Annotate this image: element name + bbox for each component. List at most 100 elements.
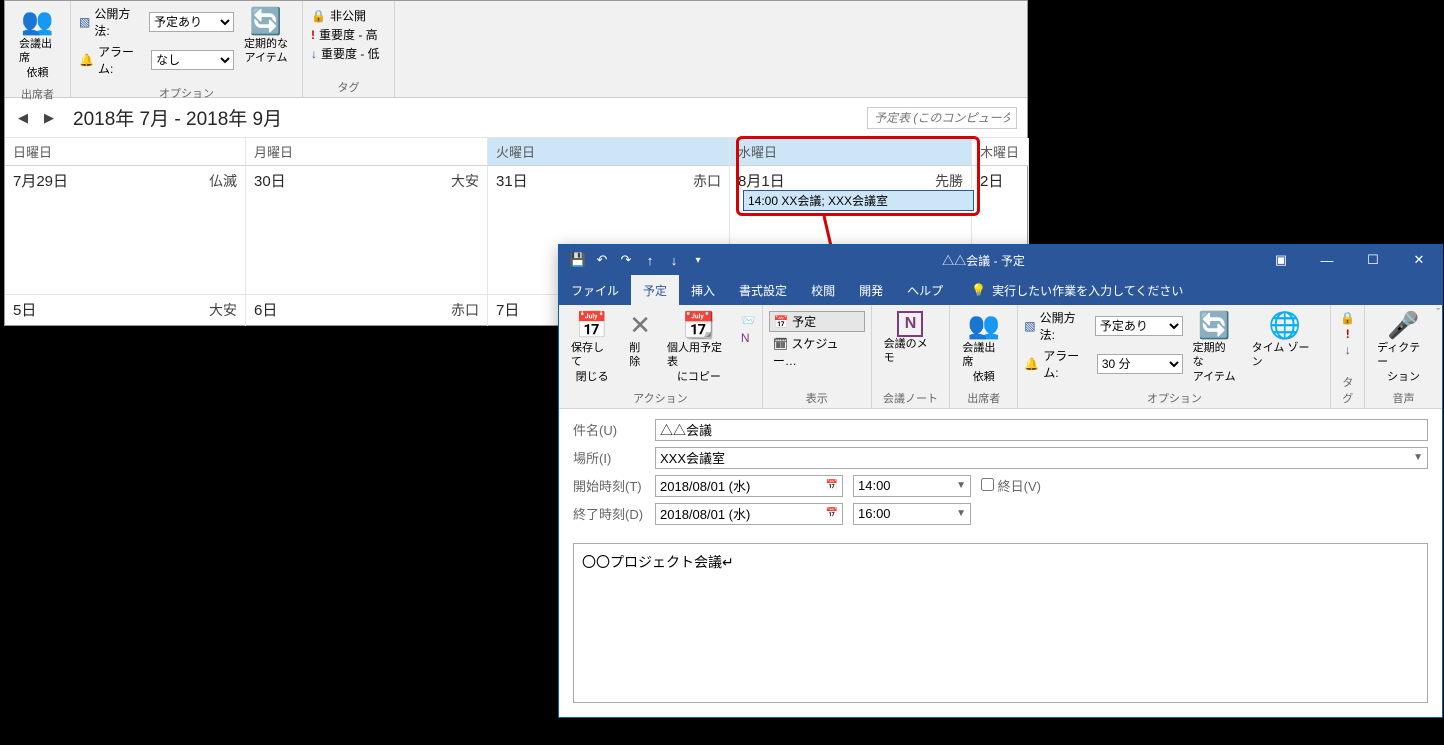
meeting-memo-button[interactable]: N会議のメモ (878, 309, 944, 368)
forward-icon[interactable]: 📨 (741, 313, 756, 327)
delete-button[interactable]: ✕削除 (623, 309, 657, 372)
allday-checkbox[interactable] (981, 478, 994, 491)
up-icon[interactable]: ↑ (639, 253, 661, 268)
attendees-group-label: 出席者 (956, 386, 1011, 406)
qat-customize-icon[interactable]: ▾ (687, 255, 709, 266)
bell-icon: 🔔 (1024, 357, 1039, 371)
publish-select[interactable]: 予定あり (1095, 316, 1183, 336)
tab-format[interactable]: 書式設定 (727, 275, 799, 305)
location-input[interactable]: XXX会議室▼ (655, 447, 1428, 469)
tag-group-label: タグ (1337, 370, 1358, 406)
importance-low-button[interactable]: ↓重要度 - 低 (311, 45, 386, 62)
ribbon-display-icon[interactable]: ▣ (1258, 245, 1304, 275)
alarm-select[interactable]: なし (151, 50, 234, 70)
save-icon[interactable]: 💾 (567, 252, 589, 268)
schedule-icon: 🗓 (773, 337, 788, 351)
appointment-body[interactable]: 〇〇プロジェクト会議↵ (573, 543, 1428, 703)
onenote-icon: N (897, 311, 923, 337)
day-cell[interactable]: 7月29日仏滅 (5, 166, 246, 294)
tab-file[interactable]: ファイル (559, 275, 631, 305)
bulb-icon: 💡 (971, 283, 986, 297)
attendees-group-label: 出席者 (13, 82, 62, 102)
people-icon: 👥 (968, 311, 1000, 341)
publish-label: 公開方法: (1040, 309, 1091, 343)
tab-dev[interactable]: 開発 (847, 275, 895, 305)
save-close-icon: 📅 (576, 311, 608, 341)
timezone-button[interactable]: 🌐タイム ゾーン (1246, 309, 1325, 372)
start-date-input[interactable]: 2018/08/01 (水)📅 (655, 475, 843, 497)
calendar-nav: ◀ ▶ 2018年 7月 - 2018年 9月 (5, 98, 1027, 138)
recurring-button[interactable]: 🔄 定期的な アイテム (238, 5, 294, 68)
minimize-button[interactable]: — (1304, 245, 1350, 275)
calendar-small-icon: 📅 (774, 315, 789, 329)
dictation-button[interactable]: 🎤ディクテーション (1371, 309, 1436, 386)
start-label: 開始時刻(T) (573, 476, 645, 495)
copy-to-cal-button[interactable]: 📆個人用予定表にコピー (661, 309, 737, 386)
calendar-picker-icon: 📅 (820, 508, 838, 519)
alarm-label: アラーム: (98, 43, 147, 77)
subject-label: 件名(U) (573, 420, 645, 439)
end-time-input[interactable]: 16:00▼ (853, 503, 971, 525)
calendar-search-input[interactable] (867, 107, 1017, 129)
invite-attendees-button[interactable]: 👥 会議出席 依頼 (13, 5, 62, 82)
day-cell[interactable]: 30日大安 (246, 166, 488, 294)
importance-high-button[interactable]: !重要度 - 高 (311, 26, 386, 43)
view-group-label: 表示 (769, 386, 865, 406)
appointment-view-button[interactable]: 📅 予定 (769, 311, 865, 332)
collapse-ribbon-icon[interactable]: ˇ (1436, 307, 1440, 319)
day-header: 火曜日 (488, 138, 730, 166)
end-label: 終了時刻(D) (573, 504, 645, 523)
tab-insert[interactable]: 挿入 (679, 275, 727, 305)
maximize-button[interactable]: ☐ (1350, 245, 1396, 275)
down-icon[interactable]: ↓ (663, 253, 685, 268)
tab-review[interactable]: 校閲 (799, 275, 847, 305)
day-header: 水曜日 (730, 138, 972, 166)
start-time-input[interactable]: 14:00▼ (853, 475, 971, 497)
tab-appointment[interactable]: 予定 (631, 275, 679, 305)
day-cell[interactable]: 5日大安 (5, 294, 246, 326)
voice-group-label: 音声 (1371, 386, 1436, 406)
importance-low-icon[interactable]: ↓ (1345, 343, 1351, 357)
onenote-small-icon[interactable]: N (741, 331, 756, 345)
end-date-input[interactable]: 2018/08/01 (水)📅 (655, 503, 843, 525)
close-button[interactable]: ✕ (1396, 245, 1442, 275)
prev-arrow[interactable]: ◀ (15, 110, 31, 126)
publish-select[interactable]: 予定あり (149, 12, 234, 32)
schedule-view-button[interactable]: 🗓 スケジュー… (769, 334, 865, 370)
importance-high-icon[interactable]: ! (1346, 327, 1350, 341)
alarm-select[interactable]: 30 分 (1097, 354, 1183, 374)
day-header: 木曜日 (972, 138, 1029, 166)
options-group-label: オプション (79, 81, 294, 101)
memo-group-label: 会議ノート (878, 386, 944, 406)
chevron-down-icon: ▼ (1407, 452, 1423, 463)
recurring-button[interactable]: 🔄定期的なアイテム (1187, 309, 1242, 386)
bell-icon: 🔔 (79, 53, 94, 67)
lock-icon[interactable]: 🔒 (1340, 311, 1355, 325)
tell-me[interactable]: 💡実行したい作業を入力してください (955, 275, 1442, 305)
window-titlebar: 💾 ↶ ↷ ↑ ↓ ▾ △△会議 - 予定 ▣ — ☐ ✕ (559, 245, 1442, 275)
window-title: △△会議 - 予定 (709, 252, 1258, 269)
next-arrow[interactable]: ▶ (41, 110, 57, 126)
importance-low-icon: ↓ (311, 47, 317, 61)
calendar-picker-icon: 📅 (820, 480, 838, 491)
location-label: 場所(I) (573, 448, 645, 467)
appointment-form: 件名(U) 場所(I) XXX会議室▼ 開始時刻(T) 2018/08/01 (… (559, 409, 1442, 539)
private-button[interactable]: 🔒非公開 (311, 7, 386, 24)
day-cell[interactable]: 6日赤口 (246, 294, 488, 326)
mic-icon: 🎤 (1387, 311, 1419, 341)
subject-input[interactable] (655, 419, 1428, 441)
tab-help[interactable]: ヘルプ (895, 275, 955, 305)
undo-icon[interactable]: ↶ (591, 252, 613, 268)
redo-icon[interactable]: ↷ (615, 252, 637, 268)
recurring-icon: 🔄 (1198, 311, 1230, 341)
calendar-event[interactable]: 14:00 XX会議; XXX会議室 (743, 190, 974, 211)
hatch-icon: ▧ (1024, 319, 1035, 333)
chevron-down-icon: ▼ (950, 508, 966, 519)
tag-group-label: タグ (311, 75, 386, 95)
globe-icon: 🌐 (1269, 311, 1301, 341)
invite-button[interactable]: 👥会議出席依頼 (956, 309, 1011, 386)
options-group-label: オプション (1024, 386, 1324, 406)
ribbon-tabbar: ファイル 予定 挿入 書式設定 校閲 開発 ヘルプ 💡実行したい作業を入力してく… (559, 275, 1442, 305)
date-range-title: 2018年 7月 - 2018年 9月 (73, 104, 282, 131)
save-close-button[interactable]: 📅保存して閉じる (565, 309, 619, 386)
